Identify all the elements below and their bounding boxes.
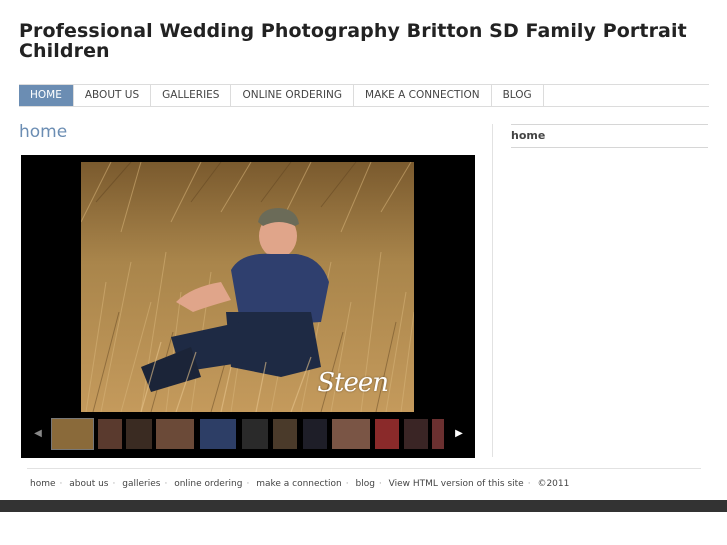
thumbnail-8[interactable]: [303, 419, 327, 449]
triangle-right-icon[interactable]: ▶: [452, 427, 466, 441]
thumbnail-9[interactable]: [332, 419, 370, 449]
thumbnail-2[interactable]: [98, 419, 122, 449]
main-photo[interactable]: Steen: [81, 162, 414, 412]
triangle-left-icon[interactable]: ◀: [31, 427, 45, 441]
thumbnail-4[interactable]: [156, 419, 194, 449]
nav-item-online-ordering[interactable]: ONLINE ORDERING: [231, 85, 355, 106]
sidebar-title: home: [511, 129, 546, 142]
thumbnail-12[interactable]: [432, 419, 444, 449]
footer-link-home[interactable]: home: [30, 479, 56, 489]
nav-item-about-us[interactable]: ABOUT US: [74, 85, 152, 106]
sidebar-box: home: [511, 124, 708, 148]
nav-item-galleries[interactable]: GALLERIES: [151, 85, 232, 106]
thumbnail-11[interactable]: [404, 419, 428, 449]
thumbnail-1[interactable]: [51, 418, 94, 450]
thumbnail-6[interactable]: [242, 419, 268, 449]
footer-link-make-a-connection[interactable]: make a connection: [256, 479, 342, 489]
thumbnail-3[interactable]: [126, 419, 152, 449]
nav-item-make-a-connection[interactable]: MAKE A CONNECTION: [354, 85, 492, 106]
thumbnail-5[interactable]: [200, 419, 236, 449]
photographer-watermark: Steen: [317, 368, 389, 398]
nav-item-blog[interactable]: BLOG: [492, 85, 544, 106]
slideshow: Steen ◀ ▶: [21, 155, 475, 458]
copyright: ©2011: [537, 479, 570, 489]
footer-link-galleries[interactable]: galleries: [122, 479, 160, 489]
footer-divider: [27, 468, 701, 469]
footer-link-online-ordering[interactable]: online ordering: [174, 479, 242, 489]
column-divider: [492, 124, 493, 457]
thumbnail-10[interactable]: [375, 419, 399, 449]
main-nav: HOME ABOUT US GALLERIES ONLINE ORDERING …: [19, 84, 709, 107]
nav-item-home[interactable]: HOME: [19, 85, 74, 106]
page-heading: home: [19, 122, 68, 142]
bottom-bar: [0, 500, 727, 512]
thumbnail-strip: ◀ ▶: [21, 418, 475, 450]
footer-link-about-us[interactable]: about us: [69, 479, 108, 489]
footer-link-blog[interactable]: blog: [355, 479, 374, 489]
footer-link-html-version[interactable]: View HTML version of this site: [389, 479, 524, 489]
thumbnail-7[interactable]: [273, 419, 297, 449]
footer-links: home · about us · galleries · online orderi…: [30, 479, 570, 489]
site-title: Professional Wedding Photography Britton…: [19, 20, 687, 62]
